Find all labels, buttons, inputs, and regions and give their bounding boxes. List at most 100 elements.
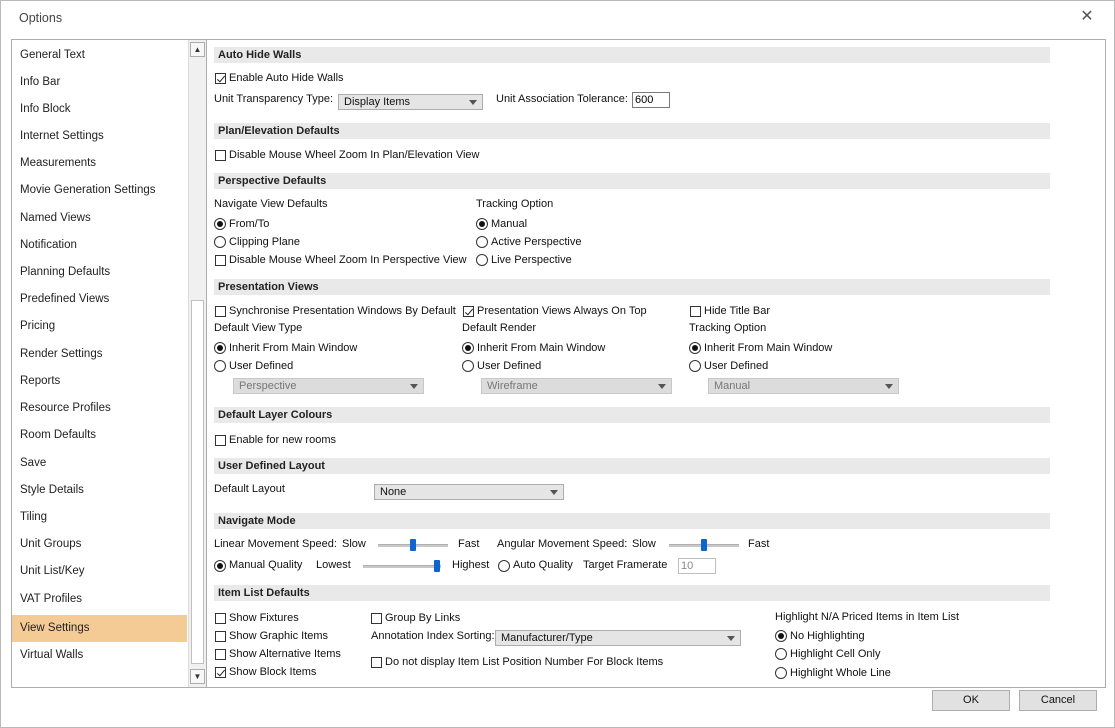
render-dropdown[interactable]: Wireframe [481,378,672,394]
scroll-up-icon[interactable]: ▲ [190,42,205,57]
view-type-user-label: User Defined [229,360,294,372]
show-fixtures-checkbox[interactable] [215,613,226,624]
nav-item-planning-defaults[interactable]: Planning Defaults [12,259,187,286]
sync-presentation-label: Synchronise Presentation Windows By Defa… [229,305,456,317]
quality-slider[interactable] [363,565,441,568]
chevron-down-icon [410,384,418,389]
show-alternative-items-label: Show Alternative Items [229,648,341,660]
hide-title-bar-checkbox[interactable] [690,306,701,317]
tracking-active-radio[interactable] [476,236,488,248]
enable-new-rooms-checkbox[interactable] [215,435,226,446]
nav-item-internet-settings[interactable]: Internet Settings [12,123,187,150]
highlight-line-label: Highlight Whole Line [790,667,891,679]
nav-item-measurements[interactable]: Measurements [12,150,187,177]
group-by-links-checkbox[interactable] [371,613,382,624]
perspective-tracking-label: Tracking Option [476,198,554,210]
render-user-radio[interactable] [462,360,474,372]
nav-item-virtual-walls[interactable]: Virtual Walls [12,642,187,669]
cancel-button[interactable]: Cancel [1019,690,1097,711]
scroll-down-icon[interactable]: ▼ [190,669,205,684]
nav-item-room-defaults[interactable]: Room Defaults [12,422,187,449]
default-layout-dropdown[interactable]: None [374,484,564,500]
nav-item-vat-profiles[interactable]: VAT Profiles [12,586,187,613]
show-block-items-checkbox[interactable] [215,667,226,678]
clipping-plane-radio[interactable] [214,236,226,248]
sync-presentation-checkbox[interactable] [215,306,226,317]
disable-zoom-plan-checkbox[interactable] [215,150,226,161]
render-inherit-radio[interactable] [462,342,474,354]
enable-auto-hide-walls-label: Enable Auto Hide Walls [229,72,344,84]
close-icon[interactable]: ✕ [1077,7,1097,27]
nav-item-view-settings[interactable]: View Settings [12,615,187,642]
tracking-manual-radio[interactable] [476,218,488,230]
nav-item-render-settings[interactable]: Render Settings [12,341,187,368]
nav-item-general-text[interactable]: General Text [12,42,187,69]
view-type-user-radio[interactable] [214,360,226,372]
options-window: Options ✕ General Text Info Bar Info Blo… [0,0,1115,728]
tracking-live-label: Live Perspective [491,254,572,266]
show-alternative-items-checkbox[interactable] [215,649,226,660]
nav-item-style-details[interactable]: Style Details [12,477,187,504]
highlight-cell-radio[interactable] [775,648,787,660]
default-view-type-label: Default View Type [214,322,303,334]
auto-quality-radio[interactable] [498,560,510,572]
manual-quality-label: Manual Quality [229,559,303,571]
always-on-top-checkbox[interactable] [463,306,474,317]
presentation-tracking-dropdown[interactable]: Manual [708,378,899,394]
disable-zoom-perspective-checkbox[interactable] [215,255,226,266]
enable-auto-hide-walls-checkbox[interactable] [215,73,226,84]
no-highlighting-radio[interactable] [775,630,787,642]
nav-item-save[interactable]: Save [12,450,187,477]
category-list: General Text Info Bar Info Block Interne… [12,40,207,687]
from-to-label: From/To [229,218,270,230]
chevron-down-icon [885,384,893,389]
nav-item-reports[interactable]: Reports [12,368,187,395]
linear-fast-label: Fast [458,538,480,550]
highlight-line-radio[interactable] [775,667,787,679]
linear-slow-label: Slow [342,538,366,550]
tracking-inherit-radio[interactable] [689,342,701,354]
angular-fast-label: Fast [748,538,770,550]
from-to-radio[interactable] [214,218,226,230]
nav-scrollbar[interactable]: ▲ ▼ [188,40,206,687]
nav-item-info-block[interactable]: Info Block [12,96,187,123]
nav-item-notification[interactable]: Notification [12,232,187,259]
nav-item-movie-generation-settings[interactable]: Movie Generation Settings [12,177,187,204]
default-layout-value: None [380,486,407,498]
unit-transparency-dropdown[interactable]: Display Items [338,94,483,110]
render-inherit-label: Inherit From Main Window [477,342,606,354]
highlight-cell-label: Highlight Cell Only [790,648,881,660]
linear-speed-thumb[interactable] [410,539,416,551]
tracking-live-radio[interactable] [476,254,488,266]
quality-thumb[interactable] [434,560,441,572]
target-framerate-input[interactable]: 10 [678,558,716,574]
section-header-perspective: Perspective Defaults [214,173,1050,189]
show-graphic-items-checkbox[interactable] [215,631,226,642]
show-block-items-label: Show Block Items [229,666,317,678]
hide-title-bar-label: Hide Title Bar [704,305,771,317]
manual-quality-radio[interactable] [214,560,226,572]
unit-association-tolerance-input[interactable]: 600 [632,92,670,108]
tracking-user-radio[interactable] [689,360,701,372]
annotation-sorting-dropdown[interactable]: Manufacturer/Type [495,630,741,646]
nav-item-unit-list-key[interactable]: Unit List/Key [12,558,187,585]
tracking-inherit-label: Inherit From Main Window [704,342,833,354]
ok-button[interactable]: OK [932,690,1010,711]
view-type-inherit-radio[interactable] [214,342,226,354]
angular-speed-thumb[interactable] [701,539,707,551]
nav-item-unit-groups[interactable]: Unit Groups [12,531,187,558]
nav-item-tiling[interactable]: Tiling [12,504,187,531]
presentation-tracking-value: Manual [714,380,751,392]
nav-item-resource-profiles[interactable]: Resource Profiles [12,395,187,422]
nav-item-predefined-views[interactable]: Predefined Views [12,286,187,313]
navigate-view-defaults-label: Navigate View Defaults [214,198,328,210]
show-fixtures-label: Show Fixtures [229,612,299,624]
angular-speed-label: Angular Movement Speed: [497,538,628,550]
nav-item-pricing[interactable]: Pricing [12,313,187,340]
nav-item-info-bar[interactable]: Info Bar [12,69,187,96]
view-type-dropdown[interactable]: Perspective [233,378,424,394]
nav-item-named-views[interactable]: Named Views [12,205,187,232]
no-position-number-checkbox[interactable] [371,657,382,668]
quality-highest-label: Highest [452,559,490,571]
scroll-thumb[interactable] [191,300,204,664]
